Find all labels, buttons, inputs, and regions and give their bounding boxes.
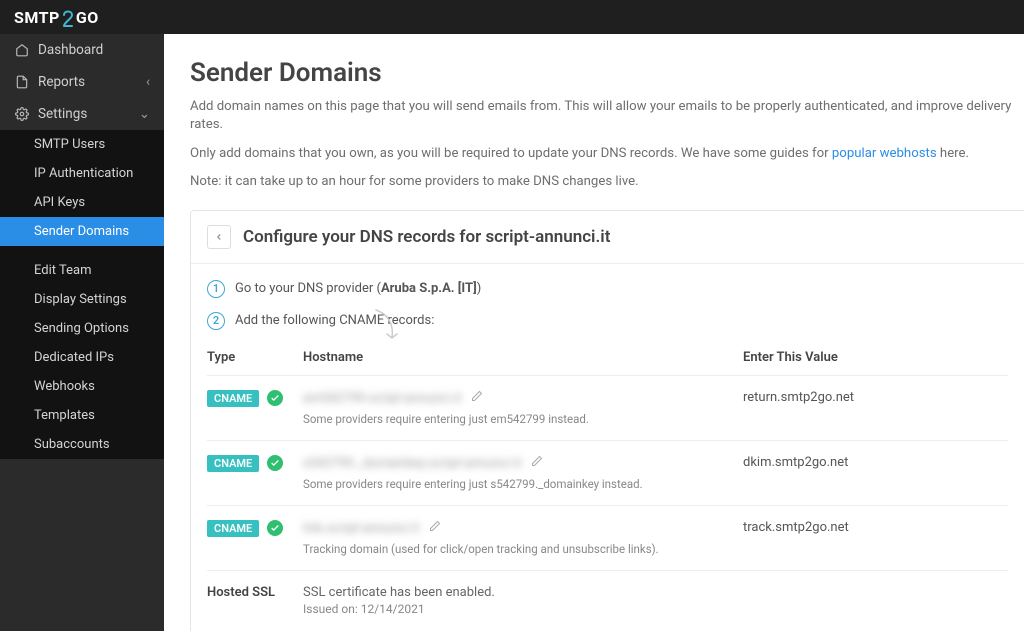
ssl-row: Hosted SSL SSL certificate has been enab…: [207, 571, 1008, 620]
home-icon: [14, 42, 30, 58]
hostname-hint: Some providers require entering just s54…: [303, 477, 743, 491]
sidebar-label: Dashboard: [38, 42, 103, 58]
hostname-hint: Tracking domain (used for click/open tra…: [303, 542, 743, 556]
arrow-icon: [372, 308, 402, 344]
sidebar-item-sending-options[interactable]: Sending Options: [0, 314, 164, 343]
chevron-down-icon: ⌄: [139, 106, 150, 122]
sidebar-item-templates[interactable]: Templates: [0, 401, 164, 430]
dns-table: Type Hostname Enter This Value CNAME em5…: [207, 344, 1008, 620]
dns-row: CNAME link.script-annunci.it Tracking do…: [207, 506, 1008, 571]
sidebar-item-webhooks[interactable]: Webhooks: [0, 372, 164, 401]
dns-value: track.smtp2go.net: [743, 520, 1008, 535]
sidebar-item-ip-auth[interactable]: IP Authentication: [0, 159, 164, 188]
intro-line-1: Add domain names on this page that you w…: [190, 98, 1024, 135]
check-icon: [267, 520, 283, 536]
sidebar-item-smtp-users[interactable]: SMTP Users: [0, 130, 164, 159]
sidebar-settings-submenu: SMTP Users IP Authentication API Keys Se…: [0, 130, 164, 459]
check-icon: [267, 390, 283, 406]
sidebar-item-api-keys[interactable]: API Keys: [0, 188, 164, 217]
panel-header: Configure your DNS records for script-an…: [191, 211, 1024, 264]
hostname-blurred: link.script-annunci.it: [303, 521, 419, 536]
intro-line-2: Only add domains that you own, as you wi…: [190, 145, 1024, 163]
dns-row: CNAME s542799._domainkey.script-annunci.…: [207, 441, 1008, 506]
edit-icon[interactable]: [531, 455, 543, 467]
topbar: SMTP GO: [0, 0, 1024, 34]
sidebar-item-dedicated-ips[interactable]: Dedicated IPs: [0, 343, 164, 372]
dns-table-header: Type Hostname Enter This Value: [207, 344, 1008, 376]
cname-badge: CNAME: [207, 455, 259, 472]
dns-provider-name: Aruba S.p.A. [IT]: [381, 281, 477, 296]
edit-icon[interactable]: [429, 520, 441, 532]
dns-value: dkim.smtp2go.net: [743, 455, 1008, 470]
col-type-header: Type: [207, 350, 303, 365]
sidebar-item-sender-domains[interactable]: Sender Domains: [0, 217, 164, 246]
popular-webhosts-link[interactable]: popular webhosts: [832, 146, 937, 161]
panel-title: Configure your DNS records for script-an…: [243, 227, 610, 247]
step-2-number: 2: [207, 312, 225, 330]
dns-value: return.smtp2go.net: [743, 390, 1008, 405]
hostname-blurred: s542799._domainkey.script-annunci.it: [303, 456, 521, 471]
page-intro: Add domain names on this page that you w…: [190, 98, 1024, 192]
cname-badge: CNAME: [207, 520, 259, 537]
sidebar-label: Settings: [38, 106, 87, 122]
col-value-header: Enter This Value: [743, 350, 1008, 365]
panel-back-button[interactable]: [207, 225, 231, 249]
edit-icon[interactable]: [471, 390, 483, 402]
logo-right: GO: [76, 8, 99, 27]
main-content: Sender Domains Add domain names on this …: [164, 34, 1024, 631]
logo-2-icon: [61, 10, 75, 28]
sidebar-item-dashboard[interactable]: Dashboard: [0, 34, 164, 66]
intro-line-3: Note: it can take up to an hour for some…: [190, 173, 1024, 191]
ssl-label: Hosted SSL: [207, 585, 303, 616]
sidebar-item-edit-team[interactable]: Edit Team: [0, 256, 164, 285]
col-host-header: Hostname: [303, 350, 743, 365]
dns-panel: Configure your DNS records for script-an…: [190, 210, 1024, 631]
cname-badge: CNAME: [207, 390, 259, 407]
sidebar-item-reports[interactable]: Reports ‹: [0, 66, 164, 98]
step-2: 2 Add the following CNAME records:: [207, 312, 1008, 330]
logo-left: SMTP: [14, 8, 60, 27]
hostname-blurred: em542799.script-annunci.it: [303, 391, 461, 406]
document-icon: [14, 74, 30, 90]
page-title: Sender Domains: [190, 58, 1024, 88]
logo[interactable]: SMTP GO: [14, 8, 99, 27]
gear-icon: [14, 106, 30, 122]
dns-row: CNAME em542799.script-annunci.it Some pr…: [207, 376, 1008, 441]
sidebar-item-settings[interactable]: Settings ⌄: [0, 98, 164, 130]
ssl-date: Issued on: 12/14/2021: [303, 602, 495, 616]
sidebar-item-subaccounts[interactable]: Subaccounts: [0, 430, 164, 459]
sidebar-item-display-settings[interactable]: Display Settings: [0, 285, 164, 314]
check-icon: [267, 455, 283, 471]
hostname-hint: Some providers require entering just em5…: [303, 412, 743, 426]
chevron-right-icon: ‹: [146, 74, 150, 90]
sidebar-label: Reports: [38, 74, 85, 90]
ssl-status: SSL certificate has been enabled.: [303, 585, 495, 600]
sidebar: Dashboard Reports ‹ Settings ⌄ SMTP User…: [0, 34, 164, 631]
step-1-number: 1: [207, 280, 225, 298]
step-1: 1 Go to your DNS provider (Aruba S.p.A. …: [207, 280, 1008, 298]
